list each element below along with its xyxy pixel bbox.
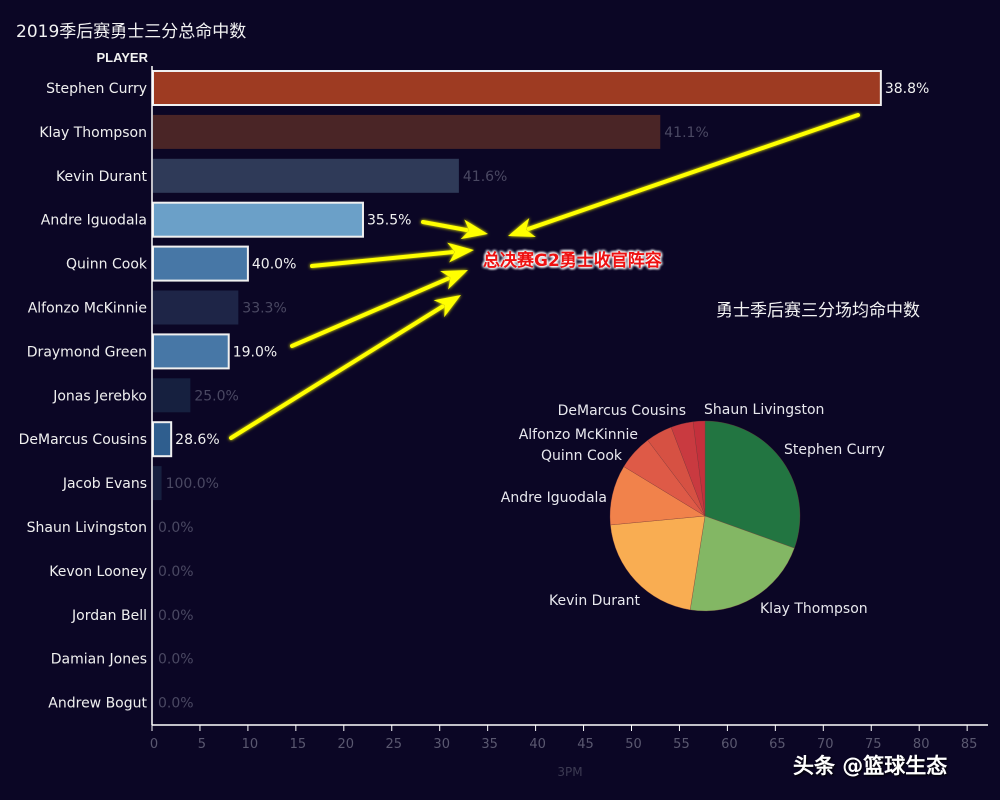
data-label: 0.0% [158, 564, 194, 580]
category-label: Jacob Evans [62, 476, 147, 492]
data-label: 41.1% [664, 125, 708, 141]
bar-chart: Stephen Curry 38.8% Klay Thompson 41.1% Kevi… [19, 66, 988, 779]
bar[interactable] [153, 378, 191, 413]
x-tick-label: 50 [625, 737, 642, 752]
data-label: 100.0% [166, 476, 219, 492]
x-tick-label: 40 [529, 737, 546, 752]
bar[interactable] [153, 290, 239, 325]
category-label: Alfonzo McKinnie [28, 301, 147, 317]
bar[interactable] [153, 114, 661, 149]
data-label: 40.0% [252, 257, 296, 273]
bar[interactable] [153, 466, 162, 501]
data-label: 38.8% [885, 81, 929, 97]
x-tick-label: 25 [385, 737, 402, 752]
x-tick-label: 60 [721, 737, 738, 752]
data-label: 41.6% [463, 169, 507, 185]
category-label: Quinn Cook [66, 257, 148, 273]
data-label: 28.6% [175, 432, 219, 448]
data-label: 35.5% [367, 213, 411, 229]
x-tick-label: 10 [242, 737, 259, 752]
x-tick-label: 20 [338, 737, 355, 752]
bar[interactable] [152, 421, 173, 458]
category-label: Kevon Looney [49, 564, 147, 580]
category-label: Shaun Livingston [27, 520, 147, 536]
x-tick-label: 35 [481, 737, 498, 752]
bar[interactable] [152, 201, 364, 238]
bar[interactable] [152, 245, 249, 282]
pie-label: Stephen Curry [784, 442, 885, 458]
data-label: 0.0% [158, 696, 194, 712]
pie-label: Klay Thompson [760, 601, 868, 617]
category-label: Jordan Bell [71, 608, 147, 624]
x-tick-label: 45 [577, 737, 594, 752]
data-label: 0.0% [158, 608, 194, 624]
data-label: 19.0% [233, 344, 277, 360]
annotation-arrow [421, 219, 488, 240]
category-label: Stephen Curry [46, 81, 147, 97]
x-tick-label: 0 [150, 737, 158, 752]
category-label: Jonas Jerebko [52, 388, 147, 404]
category-label: Andre Iguodala [41, 213, 147, 229]
bar[interactable] [153, 158, 459, 193]
pie-label: Andre Iguodala [501, 490, 607, 506]
x-tick-label: 65 [769, 737, 786, 752]
bar[interactable] [152, 333, 230, 370]
category-label: Andrew Bogut [48, 696, 147, 712]
pie-label: Shaun Livingston [704, 402, 824, 418]
data-label: 0.0% [158, 652, 194, 668]
watermark: 头条 @篮球生态 [793, 754, 948, 778]
data-label: 33.3% [242, 301, 286, 317]
category-label: Kevin Durant [56, 169, 147, 185]
category-label: DeMarcus Cousins [19, 432, 147, 448]
pie-chart-title: 勇士季后赛三分场均命中数 [716, 301, 920, 321]
bar[interactable] [152, 70, 882, 106]
annotation-arrow [310, 242, 474, 268]
data-label: 25.0% [194, 388, 238, 404]
x-tick-label: 55 [673, 737, 690, 752]
x-tick-label: 15 [290, 737, 307, 752]
category-label: Draymond Green [27, 344, 147, 360]
x-tick-label: 5 [198, 737, 206, 752]
x-tick-label: 30 [433, 737, 450, 752]
x-axis-title: 3PM [557, 765, 582, 779]
annotation-label: 总决赛G2勇士收官阵容 [483, 251, 662, 271]
category-label: Klay Thompson [39, 125, 147, 141]
pie-label: Kevin Durant [549, 593, 640, 609]
pie-label: Quinn Cook [541, 448, 623, 464]
x-tick-label: 85 [961, 737, 978, 752]
data-label: 0.0% [158, 520, 194, 536]
pie-label: Alfonzo McKinnie [519, 427, 638, 443]
pie-label: DeMarcus Cousins [558, 403, 686, 419]
category-label: Damian Jones [51, 652, 147, 668]
